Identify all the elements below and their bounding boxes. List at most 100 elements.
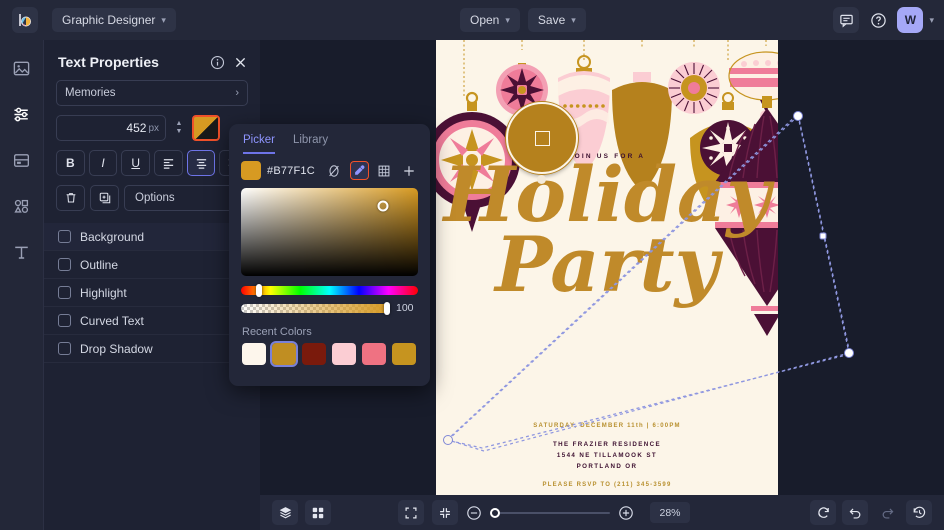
delete-button[interactable] bbox=[56, 185, 85, 211]
text-properties-panel: Text Properties Memories › 452 px ▲ ▼ B … bbox=[44, 40, 260, 530]
zoom-out-button[interactable] bbox=[466, 505, 482, 521]
selection-handle-bottom-right[interactable] bbox=[844, 348, 854, 358]
selection-handle-right-mid[interactable] bbox=[819, 232, 827, 240]
reset-button[interactable] bbox=[810, 500, 836, 525]
canvas-headline: Holiday Party bbox=[436, 157, 778, 303]
canvas-address-line3: PORTLAND OR bbox=[576, 462, 638, 470]
recent-color-swatch[interactable] bbox=[332, 343, 356, 365]
color-wheel-logo-icon bbox=[19, 14, 32, 27]
font-size-unit: px bbox=[148, 122, 159, 134]
image-icon bbox=[13, 61, 30, 75]
undo-button[interactable] bbox=[842, 500, 868, 525]
fit-screen-button[interactable] bbox=[398, 500, 424, 525]
info-button[interactable] bbox=[210, 55, 225, 70]
underline-label: U bbox=[131, 156, 141, 170]
alpha-row: 100 bbox=[241, 301, 418, 315]
zoom-slider-handle[interactable] bbox=[490, 507, 500, 518]
toggle-outline[interactable]: Outline bbox=[44, 251, 260, 279]
align-center-button[interactable] bbox=[186, 150, 216, 176]
recent-color-swatch[interactable] bbox=[270, 341, 298, 367]
loupe-square-icon bbox=[534, 130, 550, 146]
history-button[interactable] bbox=[906, 500, 932, 525]
recent-color-swatch[interactable] bbox=[392, 343, 416, 365]
plus-icon bbox=[404, 165, 415, 176]
account-actions: W ▾ bbox=[833, 7, 934, 33]
underline-button[interactable]: U bbox=[121, 150, 151, 176]
font-size-input[interactable]: 452 px bbox=[56, 115, 166, 141]
hue-slider[interactable] bbox=[241, 284, 418, 297]
toggle-label: Curved Text bbox=[80, 313, 144, 328]
close-button[interactable] bbox=[233, 55, 248, 70]
zoom-level[interactable]: 28% bbox=[650, 502, 690, 523]
sidebar-item-images[interactable] bbox=[8, 54, 36, 82]
canvas-rsvp-line: PLEASE RSVP TO (211) 345-3599 bbox=[542, 482, 672, 488]
toggle-curved-text[interactable]: Curved Text bbox=[44, 307, 260, 335]
shrink-button[interactable] bbox=[432, 500, 458, 525]
text-color-swatch[interactable] bbox=[192, 115, 220, 141]
sidebar-item-shapes[interactable] bbox=[8, 192, 36, 220]
alpha-slider[interactable] bbox=[241, 301, 391, 315]
toggle-highlight[interactable]: Highlight bbox=[44, 279, 260, 307]
app-logo[interactable] bbox=[12, 7, 38, 33]
open-button[interactable]: Open ▾ bbox=[460, 8, 520, 32]
chevron-down-icon: ▼ bbox=[175, 128, 183, 135]
sidebar-item-text[interactable] bbox=[8, 238, 36, 266]
italic-button[interactable]: I bbox=[88, 150, 118, 176]
italic-label: I bbox=[101, 156, 105, 170]
eyedropper-button[interactable] bbox=[349, 161, 369, 180]
grid-view-button[interactable] bbox=[305, 500, 331, 525]
checkbox[interactable] bbox=[58, 286, 71, 299]
palette-grid-button[interactable] bbox=[375, 161, 394, 180]
zoom-in-button[interactable] bbox=[618, 505, 634, 521]
selection-handle-bottom-left[interactable] bbox=[443, 435, 453, 445]
hex-value[interactable]: #B77F1C bbox=[267, 165, 315, 177]
checkbox[interactable] bbox=[58, 230, 71, 243]
sidebar-item-adjustments[interactable] bbox=[8, 100, 36, 128]
font-size-stepper[interactable]: ▲ ▼ bbox=[172, 115, 186, 141]
comment-button[interactable] bbox=[833, 7, 860, 33]
checkbox[interactable] bbox=[58, 258, 71, 271]
no-color-button[interactable] bbox=[325, 161, 344, 180]
layers-button[interactable] bbox=[272, 500, 298, 525]
canvas-date-line: SATURDAY, DECEMBER 11th | 6:00PM bbox=[533, 423, 681, 429]
selection-handle-top-right[interactable] bbox=[793, 111, 803, 121]
file-actions: Open ▾ Save ▾ bbox=[460, 8, 586, 32]
design-canvas[interactable]: JOIN US FOR A Holiday Party SATURDAY, DE… bbox=[436, 40, 778, 495]
alpha-slider-handle[interactable] bbox=[384, 301, 391, 315]
sliders: 100 bbox=[241, 284, 418, 315]
toggle-drop-shadow[interactable]: Drop Shadow bbox=[44, 335, 260, 363]
shapes-icon bbox=[14, 199, 29, 213]
options-label: Options bbox=[135, 192, 175, 204]
tab-picker[interactable]: Picker bbox=[243, 130, 275, 154]
sv-selector-handle[interactable] bbox=[377, 200, 389, 212]
saturation-value-area[interactable] bbox=[241, 188, 418, 276]
avatar-initial: W bbox=[904, 13, 917, 27]
redo-button[interactable] bbox=[874, 500, 900, 525]
duplicate-button[interactable] bbox=[90, 185, 119, 211]
toggle-background[interactable]: Background bbox=[44, 223, 260, 251]
recent-color-swatch[interactable] bbox=[242, 343, 266, 365]
recent-color-swatch[interactable] bbox=[302, 343, 326, 365]
hex-row: #B77F1C bbox=[229, 154, 430, 180]
avatar[interactable]: W bbox=[897, 7, 924, 33]
help-button[interactable] bbox=[865, 7, 891, 33]
save-button[interactable]: Save ▾ bbox=[527, 8, 586, 32]
document-name-dropdown[interactable]: Graphic Designer ▾ bbox=[52, 8, 176, 32]
align-left-button[interactable] bbox=[154, 150, 183, 176]
bold-button[interactable]: B bbox=[56, 150, 85, 176]
recent-color-swatch[interactable] bbox=[362, 343, 386, 365]
tab-library[interactable]: Library bbox=[293, 130, 328, 154]
account-chevron-down-icon[interactable]: ▾ bbox=[929, 15, 934, 26]
eyedropper-loupe bbox=[506, 102, 578, 174]
checkbox[interactable] bbox=[58, 342, 71, 355]
sidebar-item-layouts[interactable] bbox=[8, 146, 36, 174]
comment-icon bbox=[840, 14, 853, 28]
zoom-slider[interactable] bbox=[490, 507, 610, 518]
font-family-select[interactable]: Memories › bbox=[56, 80, 248, 106]
color-picker-popover[interactable]: Picker Library #B77F1C 100 Recent Colors bbox=[229, 124, 430, 386]
add-color-button[interactable] bbox=[400, 161, 419, 180]
current-color-swatch[interactable] bbox=[241, 161, 261, 180]
hue-slider-handle[interactable] bbox=[255, 284, 262, 297]
canvas-address: THE FRAZIER RESIDENCE 1544 NE TILLAMOOK … bbox=[436, 440, 778, 473]
checkbox[interactable] bbox=[58, 314, 71, 327]
